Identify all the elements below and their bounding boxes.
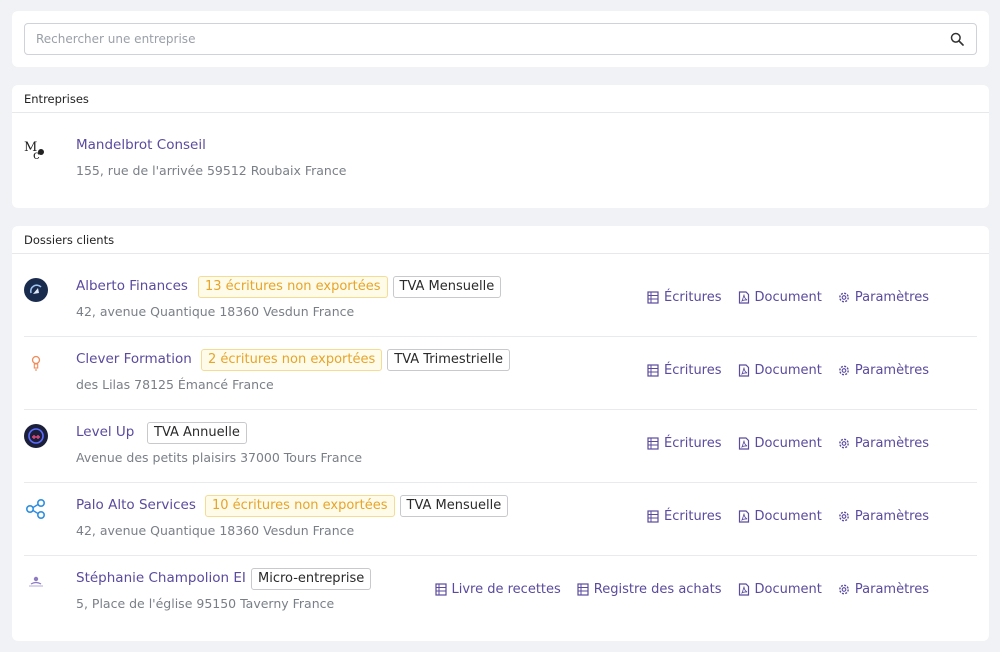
client-name[interactable]: Palo Alto Services [76, 497, 196, 513]
ledger-icon [647, 291, 659, 304]
parametres-link[interactable]: Paramètres [838, 290, 929, 305]
client-row[interactable]: Level Up TVA Annuelle Avenue des petits … [24, 410, 977, 483]
client-name[interactable]: Stéphanie Champolion EI [76, 570, 246, 586]
tva-badge: TVA Mensuelle [392, 276, 502, 298]
ledger-icon [647, 364, 659, 377]
document-label: Document [754, 363, 822, 378]
gear-icon [838, 365, 849, 376]
pdf-file-icon [738, 510, 749, 523]
clever-formation-logo-icon [31, 355, 41, 371]
ecritures-link[interactable]: Écritures [647, 290, 722, 305]
parametres-link[interactable]: Paramètres [838, 363, 929, 378]
client-actions: Écritures Document Paramètres [647, 436, 929, 451]
ecritures-label: Écritures [664, 436, 722, 451]
document-label: Document [754, 290, 822, 305]
stephanie-champolion-logo-icon [29, 576, 43, 587]
parametres-label: Paramètres [854, 436, 929, 451]
search-card [12, 11, 989, 67]
unexported-badge: 13 écritures non exportées [198, 276, 388, 298]
gear-icon [838, 438, 849, 449]
document-link[interactable]: Document [738, 363, 822, 378]
gear-icon [838, 584, 849, 595]
regime-badge: Micro-entreprise [251, 568, 372, 590]
parametres-link[interactable]: Paramètres [838, 436, 929, 451]
ecritures-link[interactable]: Écritures [647, 363, 722, 378]
parametres-label: Paramètres [854, 363, 929, 378]
client-badges: TVA Annuelle [147, 422, 247, 444]
client-actions: Écritures Document Paramètres [647, 290, 929, 305]
level-up-logo-icon [24, 424, 48, 448]
unexported-badge: 10 écritures non exportées [205, 495, 395, 517]
ecritures-link[interactable]: Écritures [647, 436, 722, 451]
pdf-file-icon [738, 583, 749, 596]
client-address: 5, Place de l'église 95150 Taverny Franc… [76, 596, 335, 611]
ledger-icon [577, 583, 589, 596]
search-input[interactable] [25, 24, 935, 54]
client-row[interactable]: Stéphanie Champolion EI Micro-entreprise… [24, 556, 977, 629]
registre-des-achats-label: Registre des achats [593, 582, 722, 597]
company-address: 155, rue de l'arrivée 59512 Roubaix Fran… [76, 163, 347, 178]
livre-de-recettes-link[interactable]: Livre de recettes [434, 582, 561, 597]
tva-badge: TVA Trimestrielle [387, 349, 510, 371]
unexported-badge: 2 écritures non exportées [201, 349, 383, 371]
livre-de-recettes-label: Livre de recettes [451, 582, 561, 597]
dossiers-clients-card: Dossiers clients Alberto Finances 13 écr… [12, 226, 989, 641]
parametres-link[interactable]: Paramètres [838, 509, 929, 524]
document-label: Document [754, 436, 822, 451]
document-label: Document [754, 509, 822, 524]
pdf-file-icon [738, 437, 749, 450]
client-actions: Écritures Document Paramètres [647, 363, 929, 378]
document-link[interactable]: Document [738, 436, 822, 451]
parametres-label: Paramètres [854, 290, 929, 305]
registre-des-achats-link[interactable]: Registre des achats [577, 582, 722, 597]
client-row[interactable]: Clever Formation 2 écritures non exporté… [24, 337, 977, 410]
pdf-file-icon [738, 364, 749, 377]
client-name[interactable]: Level Up [76, 424, 134, 440]
tva-badge: TVA Annuelle [147, 422, 247, 444]
client-badges: 13 écritures non exportées TVA Mensuelle [198, 276, 502, 298]
client-actions: Livre de recettes Registre des achats Do… [434, 582, 929, 597]
ecritures-label: Écritures [664, 509, 722, 524]
alberto-finances-logo-icon [24, 278, 48, 302]
client-name[interactable]: Alberto Finances [76, 278, 188, 294]
parametres-link[interactable]: Paramètres [838, 582, 929, 597]
dossiers-header: Dossiers clients [12, 226, 989, 254]
client-badges: 10 écritures non exportées TVA Mensuelle [205, 495, 509, 517]
client-address: Avenue des petits plaisirs 37000 Tours F… [76, 450, 363, 465]
company-name[interactable]: Mandelbrot Conseil [76, 137, 206, 153]
document-link[interactable]: Document [738, 509, 822, 524]
client-row[interactable]: Alberto Finances 13 écritures non export… [24, 264, 977, 337]
client-row[interactable]: Palo Alto Services 10 écritures non expo… [24, 483, 977, 556]
gear-icon [838, 292, 849, 303]
entreprises-header: Entreprises [12, 85, 989, 113]
ledger-icon [647, 510, 659, 523]
client-actions: Écritures Document Paramètres [647, 509, 929, 524]
ecritures-link[interactable]: Écritures [647, 509, 722, 524]
mandelbrot-logo-icon: M c [24, 140, 44, 161]
parametres-label: Paramètres [854, 509, 929, 524]
gear-icon [838, 511, 849, 522]
document-link[interactable]: Document [738, 290, 822, 305]
pdf-file-icon [738, 291, 749, 304]
client-address: des Lilas 78125 Émancé France [76, 377, 274, 392]
client-address: 42, avenue Quantique 18360 Vesdun France [76, 523, 355, 538]
client-badges: Micro-entreprise [251, 568, 372, 590]
tva-badge: TVA Mensuelle [399, 495, 509, 517]
entreprises-card: Entreprises M c Mandelbrot Conseil 155, … [12, 85, 989, 208]
ledger-icon [647, 437, 659, 450]
document-link[interactable]: Document [738, 582, 822, 597]
search-icon[interactable] [950, 32, 964, 46]
company-row[interactable]: M c Mandelbrot Conseil 155, rue de l'arr… [24, 123, 977, 196]
client-badges: 2 écritures non exportées TVA Trimestrie… [201, 349, 510, 371]
palo-alto-logo-icon [25, 498, 46, 520]
ecritures-label: Écritures [664, 290, 722, 305]
parametres-label: Paramètres [854, 582, 929, 597]
client-address: 42, avenue Quantique 18360 Vesdun France [76, 304, 355, 319]
search-box[interactable] [24, 23, 977, 55]
ledger-icon [434, 583, 447, 596]
ecritures-label: Écritures [664, 363, 722, 378]
document-label: Document [754, 582, 822, 597]
client-name[interactable]: Clever Formation [76, 351, 192, 367]
